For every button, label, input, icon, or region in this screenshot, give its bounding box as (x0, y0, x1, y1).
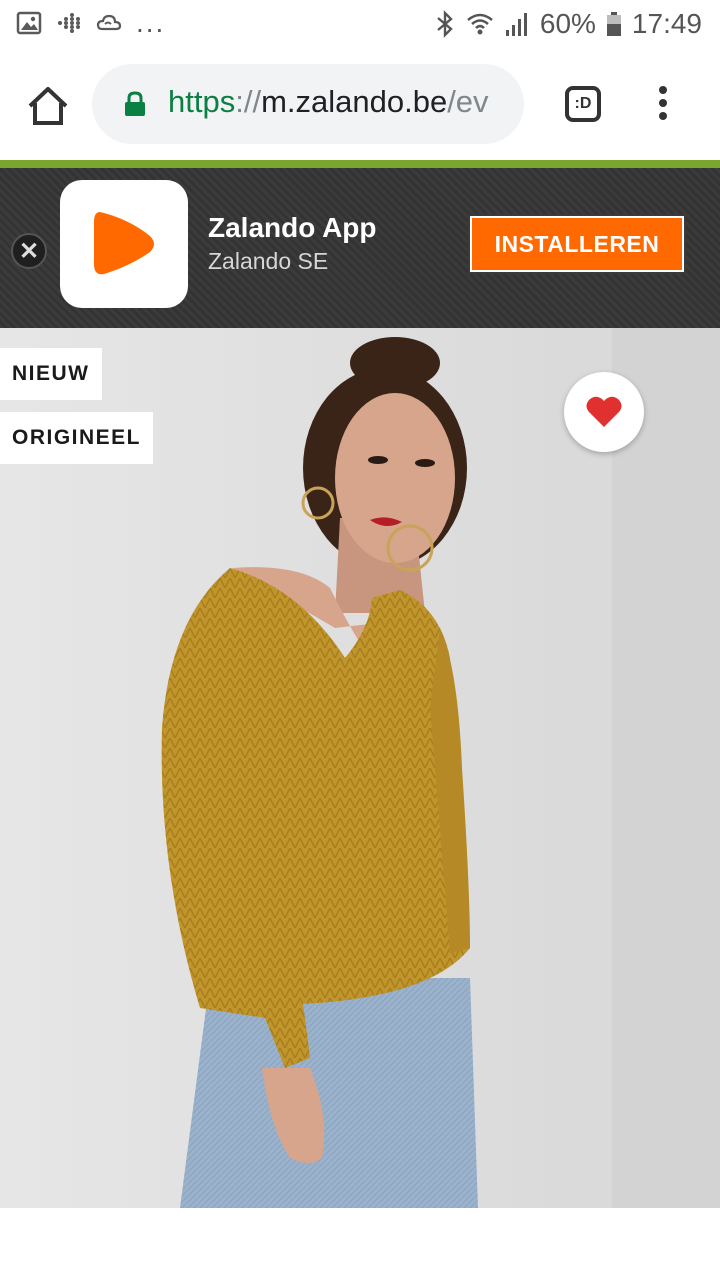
bluetooth-icon (437, 10, 453, 38)
zalando-app-icon (60, 180, 188, 308)
heart-icon (586, 396, 622, 427)
badge-new: NIEUW (0, 348, 102, 400)
url-separator: :// (235, 84, 262, 119)
clock: 17:49 (631, 8, 702, 39)
close-icon[interactable]: ✕ (11, 233, 47, 269)
content-below-image (0, 1208, 720, 1280)
page-load-progress (0, 160, 720, 168)
url-text[interactable]: https://m.zalando.be/ev (168, 84, 489, 120)
battery-icon (606, 12, 621, 36)
install-button[interactable]: INSTALLEREN (470, 216, 684, 272)
url-scheme: https (168, 84, 236, 119)
url-host: m.zalando.be (261, 84, 448, 119)
more-options-icon[interactable] (653, 86, 673, 126)
wifi-icon (467, 13, 493, 35)
badge-original: ORIGINEEL (0, 412, 154, 464)
battery-percent: 60% (539, 8, 596, 39)
more-notifications-indicator: ... (136, 7, 166, 38)
zalando-logo (94, 212, 154, 275)
app-publisher: Zalando SE (208, 248, 329, 274)
tab-switcher-button[interactable]: :D (565, 86, 601, 122)
favorite-button[interactable] (564, 372, 644, 452)
address-bar[interactable]: https://m.zalando.be/ev (92, 64, 524, 144)
browser-toolbar: https://m.zalando.be/ev :D (0, 50, 720, 160)
lock-icon (125, 91, 145, 116)
fitbit-icon (58, 13, 80, 33)
home-icon[interactable] (26, 84, 70, 128)
weather-icon (96, 14, 122, 31)
signal-icon (505, 13, 527, 36)
status-bar: ... 60% 17:49 (0, 0, 720, 50)
gallery-icon (16, 11, 42, 35)
url-path: /ev (447, 84, 489, 119)
app-title: Zalando App (208, 212, 377, 243)
